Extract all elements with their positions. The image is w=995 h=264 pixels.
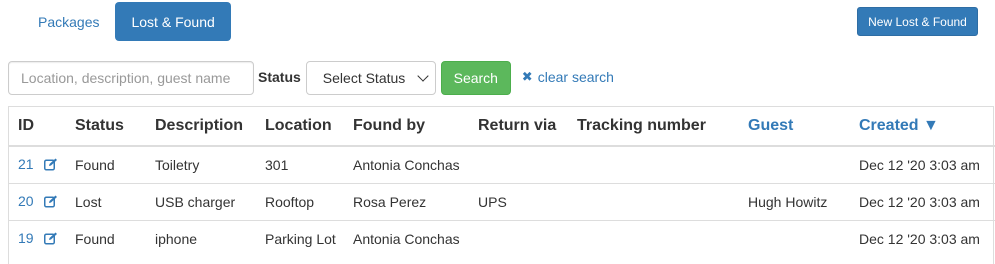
cell-id: 21	[9, 146, 66, 183]
cell-status: Lost	[66, 182, 146, 220]
cell-tracking-number	[568, 219, 739, 257]
nav-tabs: Packages Lost & Found	[22, 2, 231, 41]
cell-return-via	[469, 146, 568, 183]
cell-found-by: Antonia Conchas	[353, 156, 460, 173]
cell-status: Found	[75, 156, 115, 173]
clear-search-label: clear search	[537, 69, 614, 85]
edit-icon[interactable]	[43, 232, 58, 248]
cell-created: Dec 12 '20 3:03 am	[859, 156, 980, 173]
status-filter-label: Status	[258, 69, 301, 85]
edit-icon[interactable]	[43, 158, 58, 174]
cell-status: Found	[66, 219, 146, 257]
cell-location: 301	[265, 156, 289, 173]
cell-found-by: Antonia Conchas	[344, 219, 469, 257]
lost-found-table: ID Status Description Location Found by …	[8, 106, 995, 264]
edit-icon[interactable]	[43, 195, 58, 211]
search-button[interactable]: Search	[440, 61, 511, 95]
column-header-description: Description	[146, 107, 256, 147]
cell-description: iphone	[146, 219, 256, 257]
close-icon: ✖	[521, 69, 533, 84]
cell-guest: Hugh Howitz	[739, 182, 850, 220]
table-header-row: ID Status Description Location Found by …	[9, 107, 995, 147]
column-header-return-via: Return via	[469, 107, 568, 147]
record-id-link[interactable]: 19	[18, 230, 34, 246]
cell-description: USB charger	[146, 182, 256, 220]
tab-lost-and-found[interactable]: Lost & Found	[115, 2, 231, 41]
search-bar: Status Select Status Search ✖ clear sear…	[8, 61, 614, 95]
chevron-down-icon	[417, 69, 429, 82]
record-id-link[interactable]: 21	[18, 156, 34, 172]
cell-guest	[739, 146, 850, 183]
table-row: 19 Found iphone Parking Lot Antonia Conc…	[9, 219, 995, 257]
table-row: 20 Lost USB charger Rooftop Rosa Perez U…	[9, 182, 995, 220]
column-header-status: Status	[66, 107, 146, 147]
cell-return-via: UPS	[469, 182, 568, 220]
clear-search-link[interactable]: ✖ clear search	[522, 69, 614, 85]
status-select-value: Select Status	[322, 70, 406, 86]
status-select[interactable]: Select Status	[305, 61, 436, 95]
cell-created: Dec 12 '20 3:03 am	[850, 219, 995, 257]
table-row: 21 Found Toiletry 301 Antonia Conchas De…	[9, 146, 995, 183]
column-header-created[interactable]: Created ▼	[850, 107, 995, 147]
cell-guest	[739, 219, 850, 257]
cell-found-by: Rosa Perez	[344, 182, 469, 220]
new-lost-found-button[interactable]: New Lost & Found	[857, 7, 978, 36]
cell-return-via	[469, 219, 568, 257]
cell-tracking-number	[568, 182, 739, 220]
cell-description: Toiletry	[155, 156, 200, 173]
cell-created: Dec 12 '20 3:03 am	[850, 182, 995, 220]
record-id-link[interactable]: 20	[18, 193, 34, 209]
search-input[interactable]	[8, 61, 254, 95]
cell-location: Parking Lot	[256, 219, 344, 257]
cell-id: 19	[9, 219, 66, 257]
cell-location: Rooftop	[256, 182, 344, 220]
tab-packages[interactable]: Packages	[22, 2, 115, 41]
column-header-found-by: Found by	[344, 107, 469, 147]
cell-tracking-number	[568, 146, 739, 183]
column-header-tracking-number: Tracking number	[568, 107, 739, 147]
column-header-guest[interactable]: Guest	[739, 107, 850, 147]
column-header-location: Location	[256, 107, 344, 147]
cell-id: 20	[9, 182, 66, 220]
column-header-id: ID	[9, 107, 66, 147]
